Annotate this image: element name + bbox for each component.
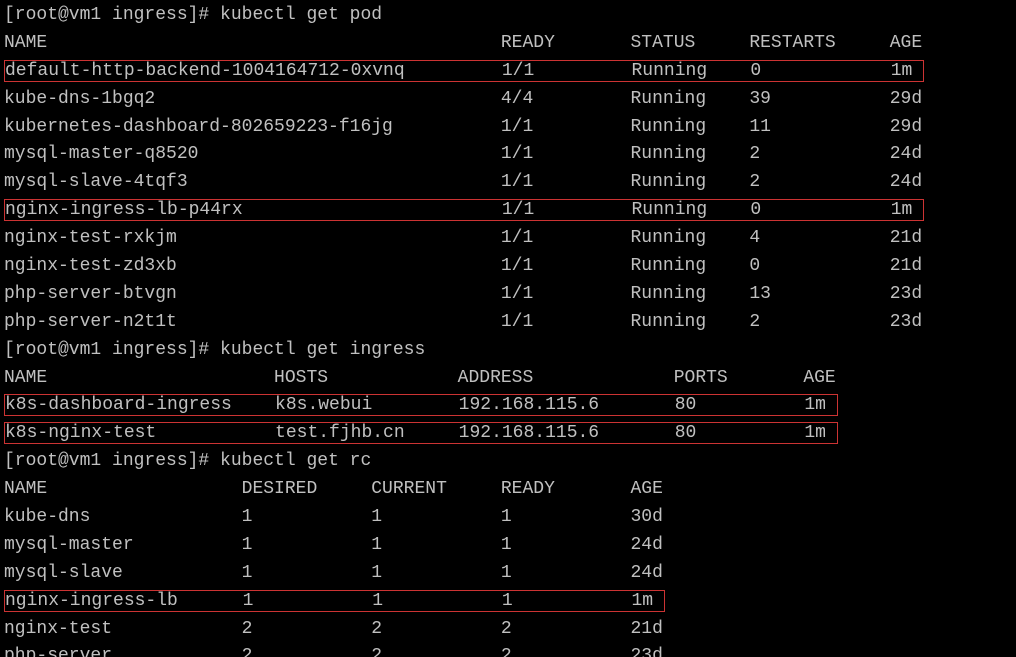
pod-row: nginx-ingress-lb-p44rx 1/1 Running 0 1m bbox=[4, 197, 1012, 225]
pod-row: nginx-test-rxkjm 1/1 Running 4 21d bbox=[4, 225, 1012, 253]
pod-row: php-server-btvgn 1/1 Running 13 23d bbox=[4, 281, 1012, 309]
shell-prompt: [root@vm1 ingress]# bbox=[4, 5, 220, 25]
highlighted-row: k8s-nginx-test test.fjhb.cn 192.168.115.… bbox=[4, 422, 838, 444]
command-text: kubectl get pod bbox=[220, 5, 382, 25]
highlighted-row: nginx-ingress-lb-p44rx 1/1 Running 0 1m bbox=[4, 199, 924, 221]
rc-row: mysql-master 1 1 1 24d bbox=[4, 532, 1012, 560]
prompt-line[interactable]: [root@vm1 ingress]# kubectl get ingress bbox=[4, 337, 1012, 365]
rc-row: mysql-slave 1 1 1 24d bbox=[4, 560, 1012, 588]
command-text: kubectl get rc bbox=[220, 451, 371, 471]
pod-row: nginx-test-zd3xb 1/1 Running 0 21d bbox=[4, 253, 1012, 281]
shell-prompt: [root@vm1 ingress]# bbox=[4, 451, 220, 471]
highlighted-row: nginx-ingress-lb 1 1 1 1m bbox=[4, 590, 665, 612]
rc-row: kube-dns 1 1 1 30d bbox=[4, 504, 1012, 532]
pod-row: kube-dns-1bgq2 4/4 Running 39 29d bbox=[4, 86, 1012, 114]
pod-row: default-http-backend-1004164712-0xvnq 1/… bbox=[4, 58, 1012, 86]
prompt-line[interactable]: [root@vm1 ingress]# kubectl get pod bbox=[4, 2, 1012, 30]
shell-prompt: [root@vm1 ingress]# bbox=[4, 340, 220, 360]
command-text: kubectl get ingress bbox=[220, 340, 425, 360]
prompt-line[interactable]: [root@vm1 ingress]# kubectl get rc bbox=[4, 448, 1012, 476]
pod-row: kubernetes-dashboard-802659223-f16jg 1/1… bbox=[4, 114, 1012, 142]
pods-header: NAME READY STATUS RESTARTS AGE bbox=[4, 30, 1012, 58]
ingress-row: k8s-dashboard-ingress k8s.webui 192.168.… bbox=[4, 392, 1012, 420]
ingress-header: NAME HOSTS ADDRESS PORTS AGE bbox=[4, 365, 1012, 393]
highlighted-row: default-http-backend-1004164712-0xvnq 1/… bbox=[4, 60, 924, 82]
rc-row: nginx-test 2 2 2 21d bbox=[4, 616, 1012, 644]
rc-row: php-server 2 2 2 23d bbox=[4, 643, 1012, 657]
terminal-output: [root@vm1 ingress]# kubectl get podNAME … bbox=[0, 0, 1016, 657]
rc-header: NAME DESIRED CURRENT READY AGE bbox=[4, 476, 1012, 504]
pod-row: mysql-master-q8520 1/1 Running 2 24d bbox=[4, 141, 1012, 169]
pod-row: php-server-n2t1t 1/1 Running 2 23d bbox=[4, 309, 1012, 337]
highlighted-row: k8s-dashboard-ingress k8s.webui 192.168.… bbox=[4, 394, 838, 416]
pod-row: mysql-slave-4tqf3 1/1 Running 2 24d bbox=[4, 169, 1012, 197]
rc-row: nginx-ingress-lb 1 1 1 1m bbox=[4, 588, 1012, 616]
ingress-row: k8s-nginx-test test.fjhb.cn 192.168.115.… bbox=[4, 420, 1012, 448]
